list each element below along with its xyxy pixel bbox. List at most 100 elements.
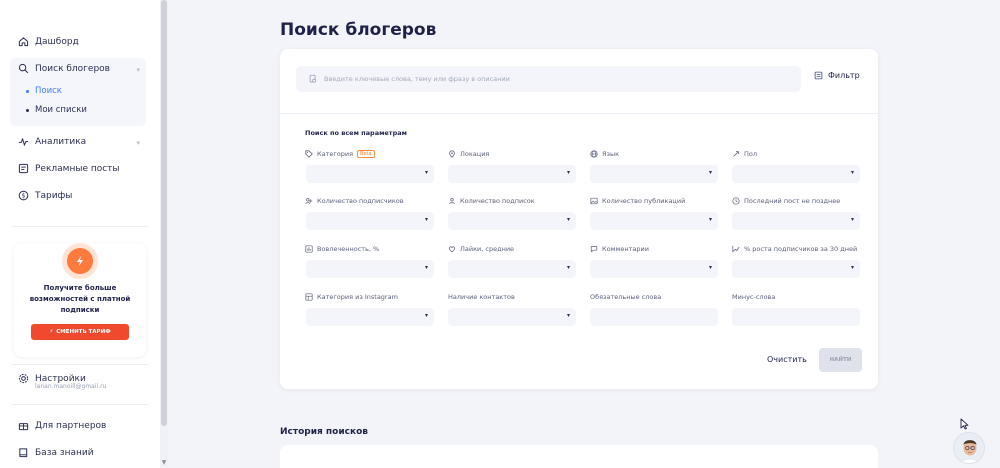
sidebar-item-knowledge-base[interactable]: База знаний [18,447,94,458]
book-icon [18,447,29,458]
chevron-down-icon: ▾ [850,216,854,223]
chevron-down-icon: ▾ [708,216,712,223]
sidebar-item-label: Настройки [35,373,86,384]
sidebar-item-label: Аналитика [35,136,87,147]
field-label-follower-growth: % роста подписчиков за 30 дней [732,245,857,253]
follower-growth-select[interactable]: ▾ [732,260,860,278]
filter-button[interactable]: Фильтр [814,71,860,80]
sidebar-item-label: Поиск блогеров [35,63,110,74]
gear-icon [18,373,29,384]
engagement-select[interactable]: ▾ [306,260,434,278]
required-words-input[interactable] [590,308,718,326]
promo-text: Получите больше возможностей с платной п… [29,284,131,314]
mouse-cursor-icon [960,418,969,430]
gender-select[interactable]: ▾ [732,165,860,183]
search-icon [18,63,29,74]
clear-button[interactable]: Очистить [767,355,807,364]
last-post-select[interactable]: ▾ [732,212,860,230]
field-label-gender: Пол [732,150,757,158]
chevron-down-icon: ▾ [136,139,140,147]
page-title: Поиск блогеров [280,20,437,40]
minus-words-input[interactable] [732,308,860,326]
language-select[interactable]: ▾ [590,165,718,183]
sidebar-item-label: Для партнеров [35,420,107,431]
field-label-last-post: Последний пост не позднее [732,197,840,205]
sidebar-scrollbar-thumb[interactable] [161,0,167,426]
dollar-icon: $ [18,190,29,201]
instagram-category-icon [305,293,313,301]
sidebar-item-analytics[interactable]: Аналитика [18,136,86,147]
sidebar-item-ad-posts[interactable]: Рекламные посты [18,163,120,174]
chevron-down-icon: ▾ [566,264,570,271]
support-avatar[interactable] [953,432,985,464]
field-label-comments: Комментарии [590,245,649,253]
sidebar-subitem-label: Поиск [35,86,62,96]
sidebar-subitem-search[interactable]: Поиск [26,86,62,96]
clock-icon [732,197,740,205]
change-tariff-button[interactable]: ⚡ СМЕНИТЬ ТАРИФ [31,324,129,340]
avg-likes-select[interactable]: ▾ [448,260,576,278]
field-label-required-words: Обязательные слова [590,293,662,301]
sidebar-subitem-my-lists[interactable]: Мои списки [26,105,87,115]
chevron-down-icon: ▾ [566,216,570,223]
followers-count-select[interactable]: ▾ [306,212,434,230]
sidebar: Дашборд Поиск блогеров ▾ Поиск Мои списк… [0,0,160,468]
sidebar-item-blogger-search[interactable]: Поиск блогеров [18,63,110,74]
sidebar-item-label: Рекламные посты [35,163,120,174]
sidebar-item-label: Тарифы [35,190,73,201]
image-icon [590,197,598,205]
filter-label: Фильтр [828,71,860,80]
search-card: Фильтр Поиск по всем параметрам Категори… [280,49,878,389]
field-label-location: Локация [448,150,489,158]
following-count-select[interactable]: ▾ [448,212,576,230]
field-label-followers-count: Количество подписчиков [305,197,404,205]
field-label-following-count: Количество подписок [448,197,535,205]
field-label-engagement: Вовлеченность, % [305,245,379,253]
chevron-down-icon: ▾ [708,264,712,271]
globe-icon [590,150,598,158]
field-label-minus-words: Минус-слова [732,293,776,301]
sidebar-item-tariffs[interactable]: $ Тарифы [18,190,72,201]
category-select[interactable]: ▾ [306,165,434,183]
chevron-down-icon: ▾ [424,169,428,176]
sidebar-item-dashboard[interactable]: Дашборд [18,36,79,47]
keyword-search-box[interactable] [296,66,801,92]
chevron-down-icon: ▾ [708,169,712,176]
instagram-category-select[interactable]: ▾ [306,308,434,326]
chevron-down-icon: ▾ [566,312,570,319]
scroll-down-arrow-icon[interactable]: ▼ [160,458,168,468]
home-icon [18,36,29,47]
followers-icon [305,197,313,205]
comments-select[interactable]: ▾ [590,260,718,278]
search-doc-icon [308,74,318,84]
field-label-contacts: Наличие контактов [448,293,515,301]
field-label-language: Язык [590,150,619,158]
beta-badge: Beta [357,150,375,158]
change-tariff-label: СМЕНИТЬ ТАРИФ [56,329,111,335]
bullet-dot-icon [26,108,29,112]
svg-text:$: $ [22,193,26,200]
posts-icon [18,163,29,174]
find-button[interactable]: НАЙТИ [819,348,862,372]
engagement-icon [305,245,313,253]
chevron-down-icon: ▾ [136,66,140,74]
keyword-search-input[interactable] [324,75,784,83]
field-label-avg-likes: Лайки, средние [448,245,514,253]
search-history-card [280,445,878,468]
heart-icon [448,245,456,253]
comment-icon [590,245,598,253]
posts-count-select[interactable]: ▾ [590,212,718,230]
following-icon [448,197,456,205]
chevron-down-icon: ▾ [424,216,428,223]
divider [12,226,148,227]
location-select[interactable]: ▾ [448,165,576,183]
sidebar-item-partners[interactable]: Для партнеров [18,420,106,431]
section-title: Поиск по всем параметрам [305,129,407,137]
lightning-small-icon: ⚡ [49,329,54,335]
filter-icon [814,71,823,80]
analytics-icon [18,136,29,147]
chevron-down-icon: ▾ [424,312,428,319]
field-label-instagram-category: Категория из Instagram [305,293,398,301]
gift-icon [18,420,29,431]
contacts-select[interactable]: ▾ [448,308,576,326]
